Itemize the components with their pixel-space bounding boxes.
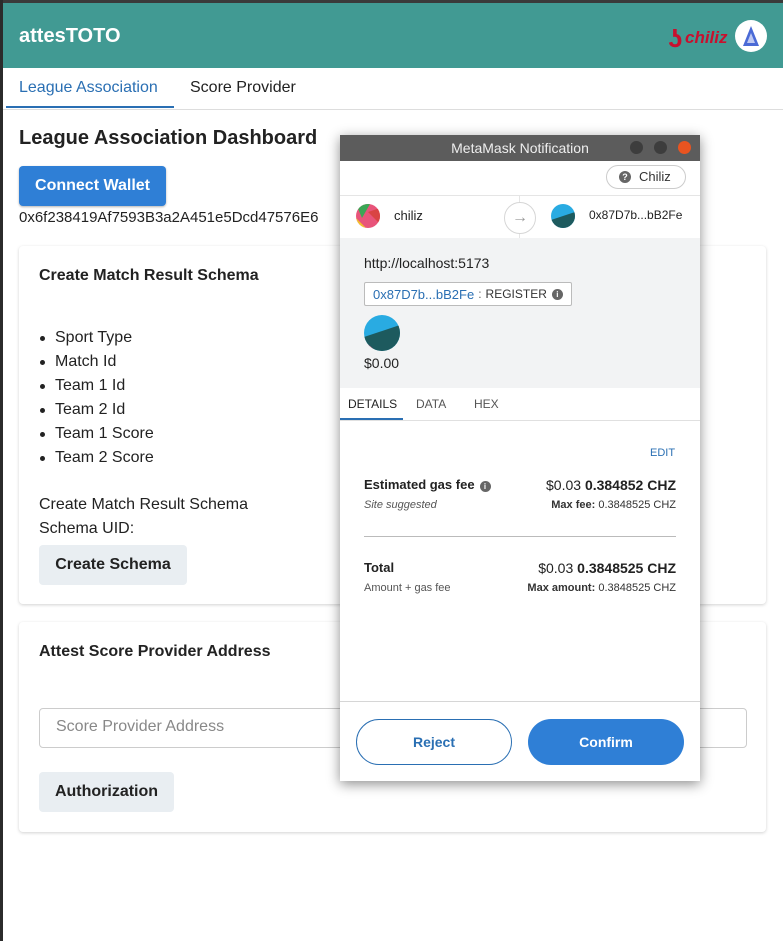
app-title: attesTOTO: [19, 25, 121, 47]
max-amount-label: Max amount:: [527, 582, 596, 594]
metamask-titlebar: MetaMask Notification: [340, 135, 700, 161]
gas-info-icon[interactable]: i: [479, 481, 491, 492]
schema-status-text: Create Match Result Schema: [39, 496, 248, 513]
list-item: Team 1 Id: [40, 374, 154, 398]
tab-data[interactable]: DATA: [416, 397, 446, 411]
triangle-logo-icon: [743, 26, 759, 46]
tab-score-provider[interactable]: Score Provider: [190, 79, 296, 97]
account-transfer-row: chiliz → 0x87D7b...bB2Fe: [340, 195, 700, 239]
app-bar: attesTOTO ʖ chiliz: [3, 3, 783, 68]
active-tab-indicator: [6, 106, 174, 108]
origin-url: http://localhost:5173: [364, 255, 490, 271]
chiliz-flame-icon: ʖ: [668, 23, 683, 53]
schema-field-list: Sport Type Match Id Team 1 Id Team 2 Id …: [40, 326, 154, 470]
contract-identicon: [364, 315, 400, 351]
method-name: REGISTER: [485, 287, 547, 301]
tab-league-association[interactable]: League Association: [19, 79, 158, 97]
wallet-address: 0x6f238419Af7593B3a2A451e5Dcd47576E6: [19, 209, 319, 226]
tab-details[interactable]: DETAILS: [348, 397, 397, 411]
list-item: Match Id: [40, 350, 154, 374]
network-selector[interactable]: ? Chiliz: [606, 165, 686, 189]
max-amount-row: Max amount: 0.3848525 CHZ: [527, 582, 676, 594]
max-fee-label: Max fee:: [551, 499, 596, 511]
metamask-tabs: DETAILS DATA HEX: [340, 388, 700, 421]
metamask-notification-window: MetaMask Notification ? Chiliz chiliz → …: [340, 135, 700, 781]
site-suggested-label: Site suggested: [364, 499, 437, 511]
close-button[interactable]: [678, 141, 691, 154]
arrow-right-icon: →: [504, 202, 536, 234]
metamask-window-title: MetaMask Notification: [451, 140, 589, 156]
main-tabs: League Association Score Provider: [3, 68, 783, 110]
list-item: Sport Type: [40, 326, 154, 350]
gas-fee-amount: 0.384852 CHZ: [584, 477, 676, 493]
gas-fee-usd: $0.03: [546, 477, 582, 493]
gas-fee-label-row: Estimated gas fee i: [364, 477, 491, 492]
authorization-button[interactable]: Authorization: [39, 772, 174, 812]
question-icon: ?: [619, 171, 631, 183]
minimize-button[interactable]: [630, 141, 643, 154]
window-left-edge: [0, 0, 3, 941]
create-schema-title: Create Match Result Schema: [39, 267, 259, 284]
chiliz-logo-text: chiliz: [685, 28, 728, 47]
divider: [364, 536, 676, 537]
total-label: Total: [364, 560, 395, 575]
chiliz-logo: ʖ chiliz: [668, 21, 728, 53]
method-separator: :: [478, 287, 482, 301]
confirm-button[interactable]: Confirm: [528, 719, 684, 765]
reject-button[interactable]: Reject: [356, 719, 512, 765]
tab-hex[interactable]: HEX: [474, 397, 499, 411]
gas-fee-label: Estimated gas fee: [364, 477, 475, 492]
attest-provider-title: Attest Score Provider Address: [39, 643, 271, 660]
metamask-footer: Reject Confirm: [340, 701, 700, 782]
list-item: Team 2 Score: [40, 446, 154, 470]
transaction-origin-panel: http://localhost:5173 0x87D7b...bB2Fe : …: [340, 238, 700, 388]
create-schema-button[interactable]: Create Schema: [39, 545, 187, 585]
max-fee-value: 0.3848525 CHZ: [598, 499, 676, 511]
transaction-value: $0.00: [364, 355, 400, 371]
total-sub-label: Amount + gas fee: [364, 582, 451, 594]
page-title: League Association Dashboard: [19, 127, 318, 149]
schema-uid-label: Schema UID:: [39, 520, 135, 537]
account-avatar[interactable]: [735, 20, 767, 52]
connect-wallet-button[interactable]: Connect Wallet: [19, 166, 166, 206]
info-icon[interactable]: i: [551, 288, 563, 300]
total-value: $0.03 0.3848525 CHZ: [538, 560, 676, 576]
network-name: Chiliz: [639, 169, 671, 184]
contract-method-badge[interactable]: 0x87D7b...bB2Fe : REGISTER i: [364, 282, 572, 306]
contract-address[interactable]: 0x87D7b...bB2Fe: [373, 287, 474, 302]
list-item: Team 1 Score: [40, 422, 154, 446]
active-tab-indicator: [340, 418, 403, 420]
list-item: Team 2 Id: [40, 398, 154, 422]
from-account-name: chiliz: [394, 208, 423, 223]
to-account-identicon: [551, 204, 575, 228]
to-account-address: 0x87D7b...bB2Fe: [589, 208, 683, 222]
edit-gas-link[interactable]: EDIT: [650, 447, 675, 459]
gas-fee-value: $0.03 0.384852 CHZ: [546, 477, 676, 493]
total-amount: 0.3848525 CHZ: [577, 560, 676, 576]
max-fee-row: Max fee: 0.3848525 CHZ: [551, 499, 676, 511]
from-account-identicon: [356, 204, 380, 228]
max-amount-value: 0.3848525 CHZ: [598, 582, 676, 594]
total-usd: $0.03: [538, 560, 574, 576]
maximize-button[interactable]: [654, 141, 667, 154]
